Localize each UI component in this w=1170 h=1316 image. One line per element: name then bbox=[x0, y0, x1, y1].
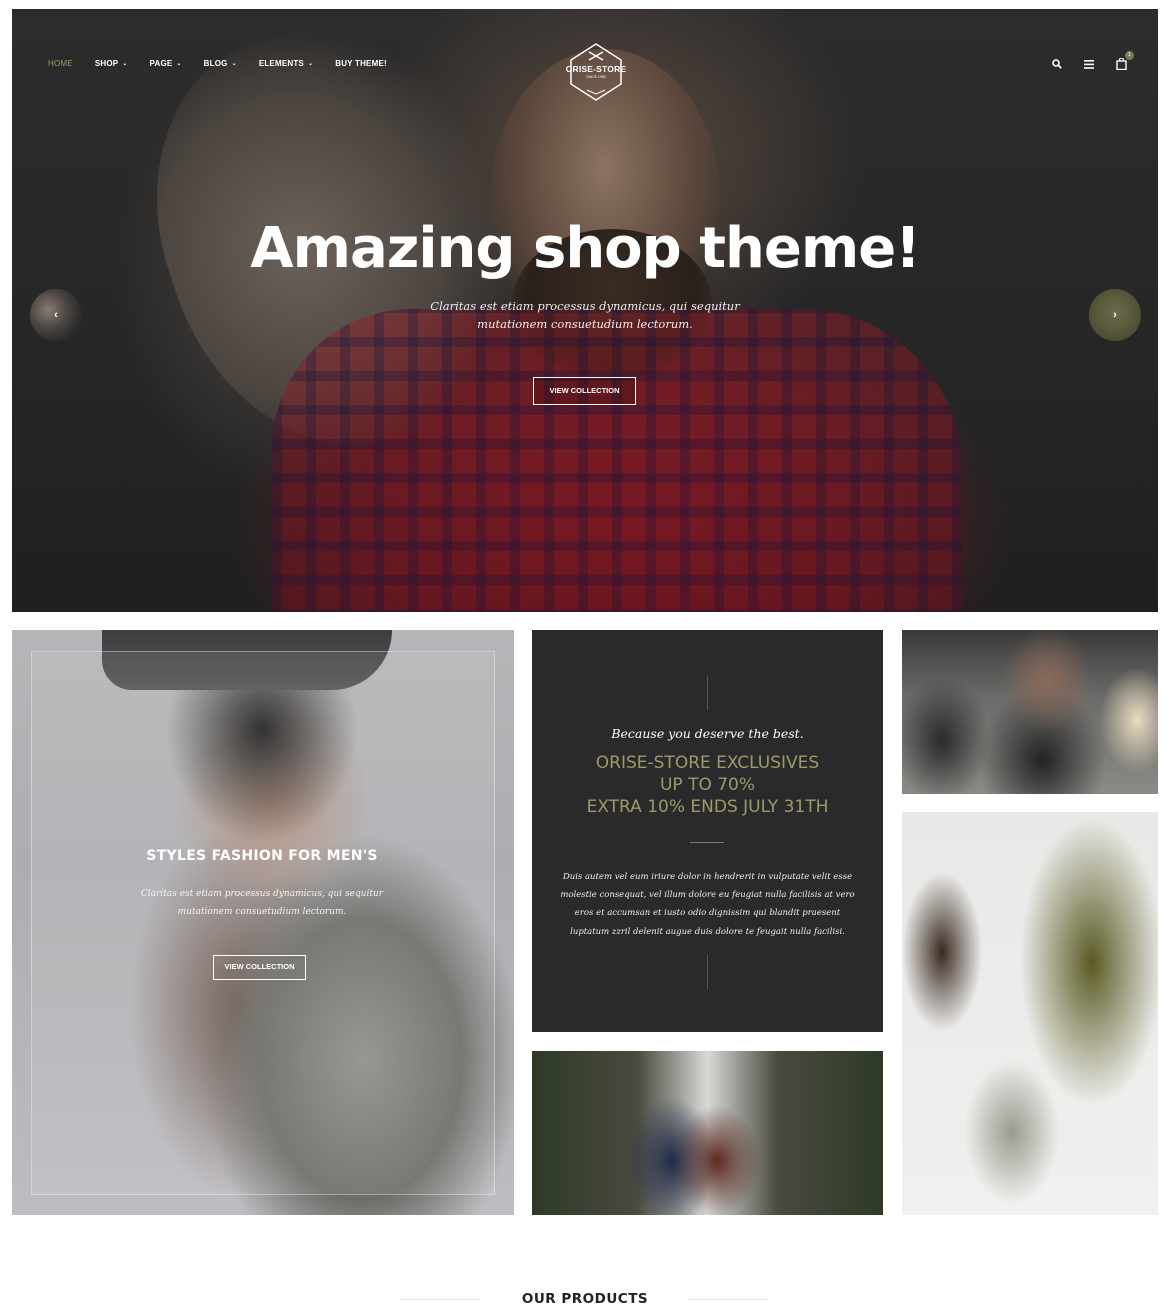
nav-item-blog[interactable]: BLOG ⌄ bbox=[204, 59, 237, 68]
site-logo[interactable]: ORISE-STORE SINCE 1985 bbox=[565, 42, 627, 102]
header-actions: 1 bbox=[1050, 51, 1134, 71]
backpack-image[interactable] bbox=[532, 1051, 883, 1215]
promo-heading-line: UP TO 70% bbox=[659, 775, 756, 795]
nav-item-page[interactable]: PAGE ⌄ bbox=[150, 59, 182, 68]
promo-divider-bottom bbox=[707, 955, 708, 989]
nav-label: BLOG bbox=[203, 59, 228, 68]
banner-frame bbox=[31, 651, 495, 1195]
search-icon[interactable] bbox=[1050, 57, 1064, 71]
hero-title: Amazing shop theme! bbox=[250, 216, 920, 281]
menu-icon[interactable] bbox=[1082, 57, 1096, 71]
hero-slider: HOME SHOP ⌄ PAGE ⌄ BLOG ⌄ ELEMENTS ⌄ BUY THE… bbox=[12, 9, 1158, 612]
arrow-right-icon: › bbox=[1113, 309, 1117, 321]
hero-description: Claritas est etiam processus dynamicus, … bbox=[430, 299, 740, 331]
banner-description: Claritas est etiam processus dynamicus, … bbox=[140, 889, 384, 917]
promo-banner: Because you deserve the best. ORISE-STOR… bbox=[532, 630, 883, 1032]
street-style-image[interactable] bbox=[902, 630, 1158, 794]
main-nav: HOME SHOP ⌄ PAGE ⌄ BLOG ⌄ ELEMENTS ⌄ BUY THE… bbox=[48, 59, 409, 68]
promo-heading-line: ORISE-STORE EXCLUSIVES bbox=[595, 753, 820, 773]
nav-label: ELEMENTS bbox=[258, 59, 304, 68]
promo-tagline: Because you deserve the best. bbox=[611, 726, 804, 741]
promo-divider-top bbox=[707, 676, 708, 710]
logo-tagline: SINCE 1985 bbox=[586, 75, 606, 79]
hero-plaid-shirt bbox=[272, 309, 962, 612]
chevron-down-icon: ⌄ bbox=[307, 61, 314, 67]
nav-label: SHOP bbox=[94, 59, 119, 68]
hero-view-collection-button[interactable]: VIEW COLLECTION bbox=[533, 377, 636, 405]
products-divider-right bbox=[688, 1299, 768, 1300]
nav-item-home[interactable]: HOME bbox=[48, 59, 73, 68]
nav-label: PAGE bbox=[149, 59, 173, 68]
chevron-down-icon: ⌄ bbox=[122, 61, 128, 67]
chevron-down-icon: ⌄ bbox=[231, 61, 237, 67]
nav-item-buy-theme[interactable]: BUY THEME! bbox=[335, 59, 387, 68]
nav-label: BUY THEME! bbox=[335, 59, 387, 68]
chevron-down-icon: ⌄ bbox=[176, 61, 182, 67]
promo-divider-middle bbox=[690, 842, 724, 843]
banner-view-collection-button[interactable]: VIEW COLLECTION bbox=[213, 955, 306, 980]
banner-title: STYLES FASHION FOR MEN'S bbox=[146, 848, 378, 864]
slider-prev-button[interactable]: ‹ bbox=[30, 289, 82, 341]
promo-heading-line: EXTRA 10% ENDS JULY 31TH bbox=[586, 797, 829, 817]
slider-next-button[interactable]: › bbox=[1089, 289, 1141, 341]
nav-item-elements[interactable]: ELEMENTS ⌄ bbox=[259, 59, 313, 68]
promo-description: Duis autem vel eum iriure dolor in hendr… bbox=[560, 872, 855, 937]
nav-item-shop[interactable]: SHOP ⌄ bbox=[95, 59, 128, 68]
promo-heading: ORISE-STORE EXCLUSIVES UP TO 70% EXTRA 1… bbox=[532, 752, 883, 818]
cart-icon[interactable]: 1 bbox=[1114, 51, 1134, 71]
logo-name: ORISE-STORE bbox=[565, 64, 627, 74]
men-fashion-banner[interactable]: STYLES FASHION FOR MEN'S Claritas est et… bbox=[12, 630, 514, 1215]
arrow-left-icon: ‹ bbox=[54, 309, 58, 321]
products-section-title: OUR PRODUCTS bbox=[521, 1291, 649, 1307]
sneaker-image[interactable] bbox=[902, 812, 1158, 1215]
cart-count-badge: 1 bbox=[1125, 51, 1134, 60]
nav-label: HOME bbox=[48, 59, 73, 68]
